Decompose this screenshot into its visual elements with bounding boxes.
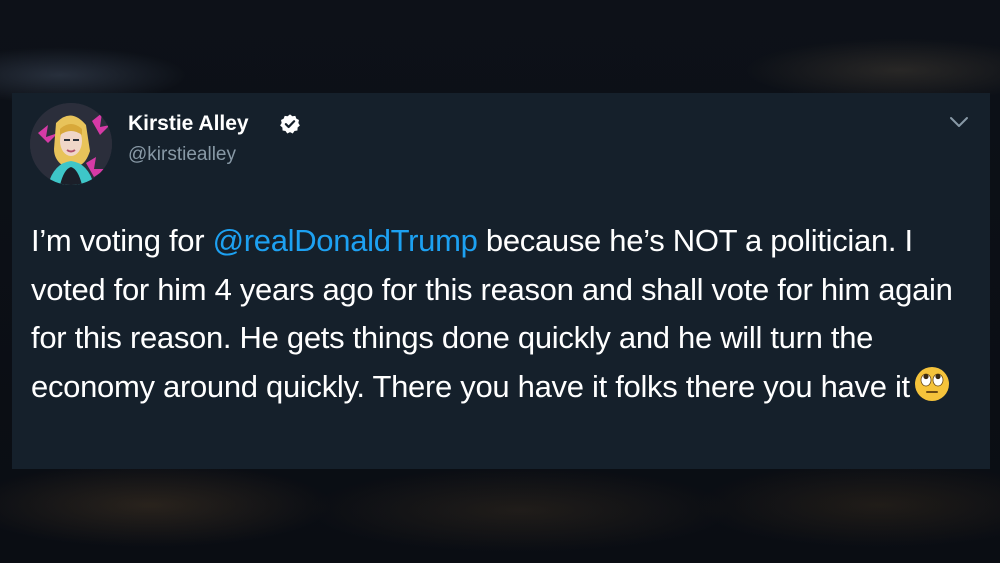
tweet-text-part1: I’m voting for: [31, 223, 213, 258]
tweet-text: I’m voting for @realDonaldTrump because …: [31, 217, 981, 411]
mention-link[interactable]: @realDonaldTrump: [213, 223, 478, 258]
author-name[interactable]: Kirstie Alley: [128, 111, 249, 137]
tweet-card[interactable]: Kirstie Alley @kirstiealley I’m voting f…: [12, 93, 990, 469]
avatar-image: [30, 103, 112, 185]
verified-badge-icon: [280, 114, 300, 134]
chevron-down-icon[interactable]: [948, 115, 970, 129]
avatar[interactable]: [30, 103, 112, 185]
face-with-rolling-eyes-emoji: [914, 367, 949, 402]
author-handle[interactable]: @kirstiealley: [128, 143, 236, 167]
